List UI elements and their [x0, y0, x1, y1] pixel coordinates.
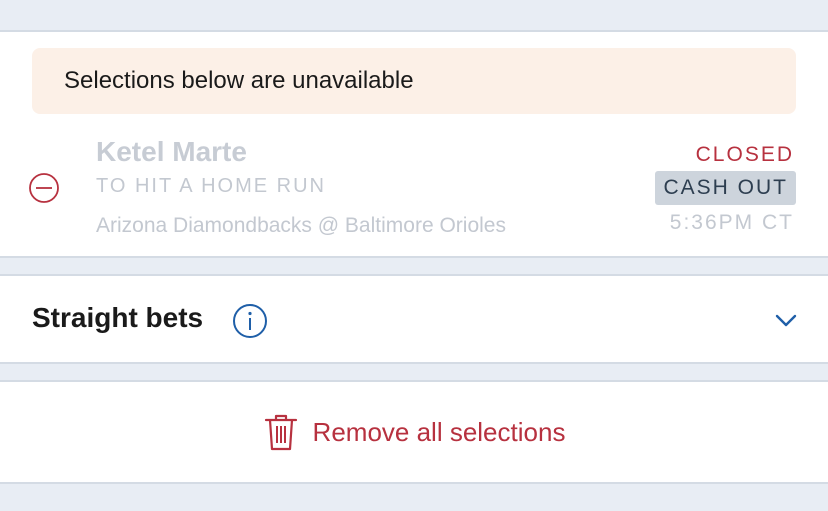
- trash-icon: [264, 414, 297, 451]
- top-spacer: [0, 0, 828, 30]
- selection-market: TO HIT A HOME RUN: [96, 175, 326, 197]
- status-badge: CLOSED: [695, 143, 794, 166]
- remove-all-button[interactable]: Remove all selections: [0, 382, 828, 482]
- selection-matchup: Arizona Diamondbacks @ Baltimore Orioles: [96, 214, 506, 237]
- remove-all-card: Remove all selections: [0, 380, 828, 484]
- cash-out-label: CASH OUT: [663, 176, 788, 199]
- chevron-down-icon[interactable]: [774, 310, 798, 330]
- info-icon[interactable]: [232, 303, 268, 339]
- cash-out-badge: CASH OUT: [655, 171, 796, 205]
- minus-circle-icon[interactable]: [28, 172, 60, 204]
- unavailable-notice-text: Selections below are unavailable: [64, 67, 414, 94]
- remove-all-label: Remove all selections: [312, 416, 566, 447]
- straight-bets-section[interactable]: Straight bets: [0, 274, 828, 364]
- unavailable-notice: Selections below are unavailable: [32, 48, 796, 114]
- game-time: 5:36PM CT: [669, 211, 794, 234]
- selection-player-name: Ketel Marte: [96, 136, 247, 167]
- straight-bets-title: Straight bets: [32, 302, 204, 333]
- unavailable-selections-card: Selections below are unavailable Ketel M…: [0, 30, 828, 258]
